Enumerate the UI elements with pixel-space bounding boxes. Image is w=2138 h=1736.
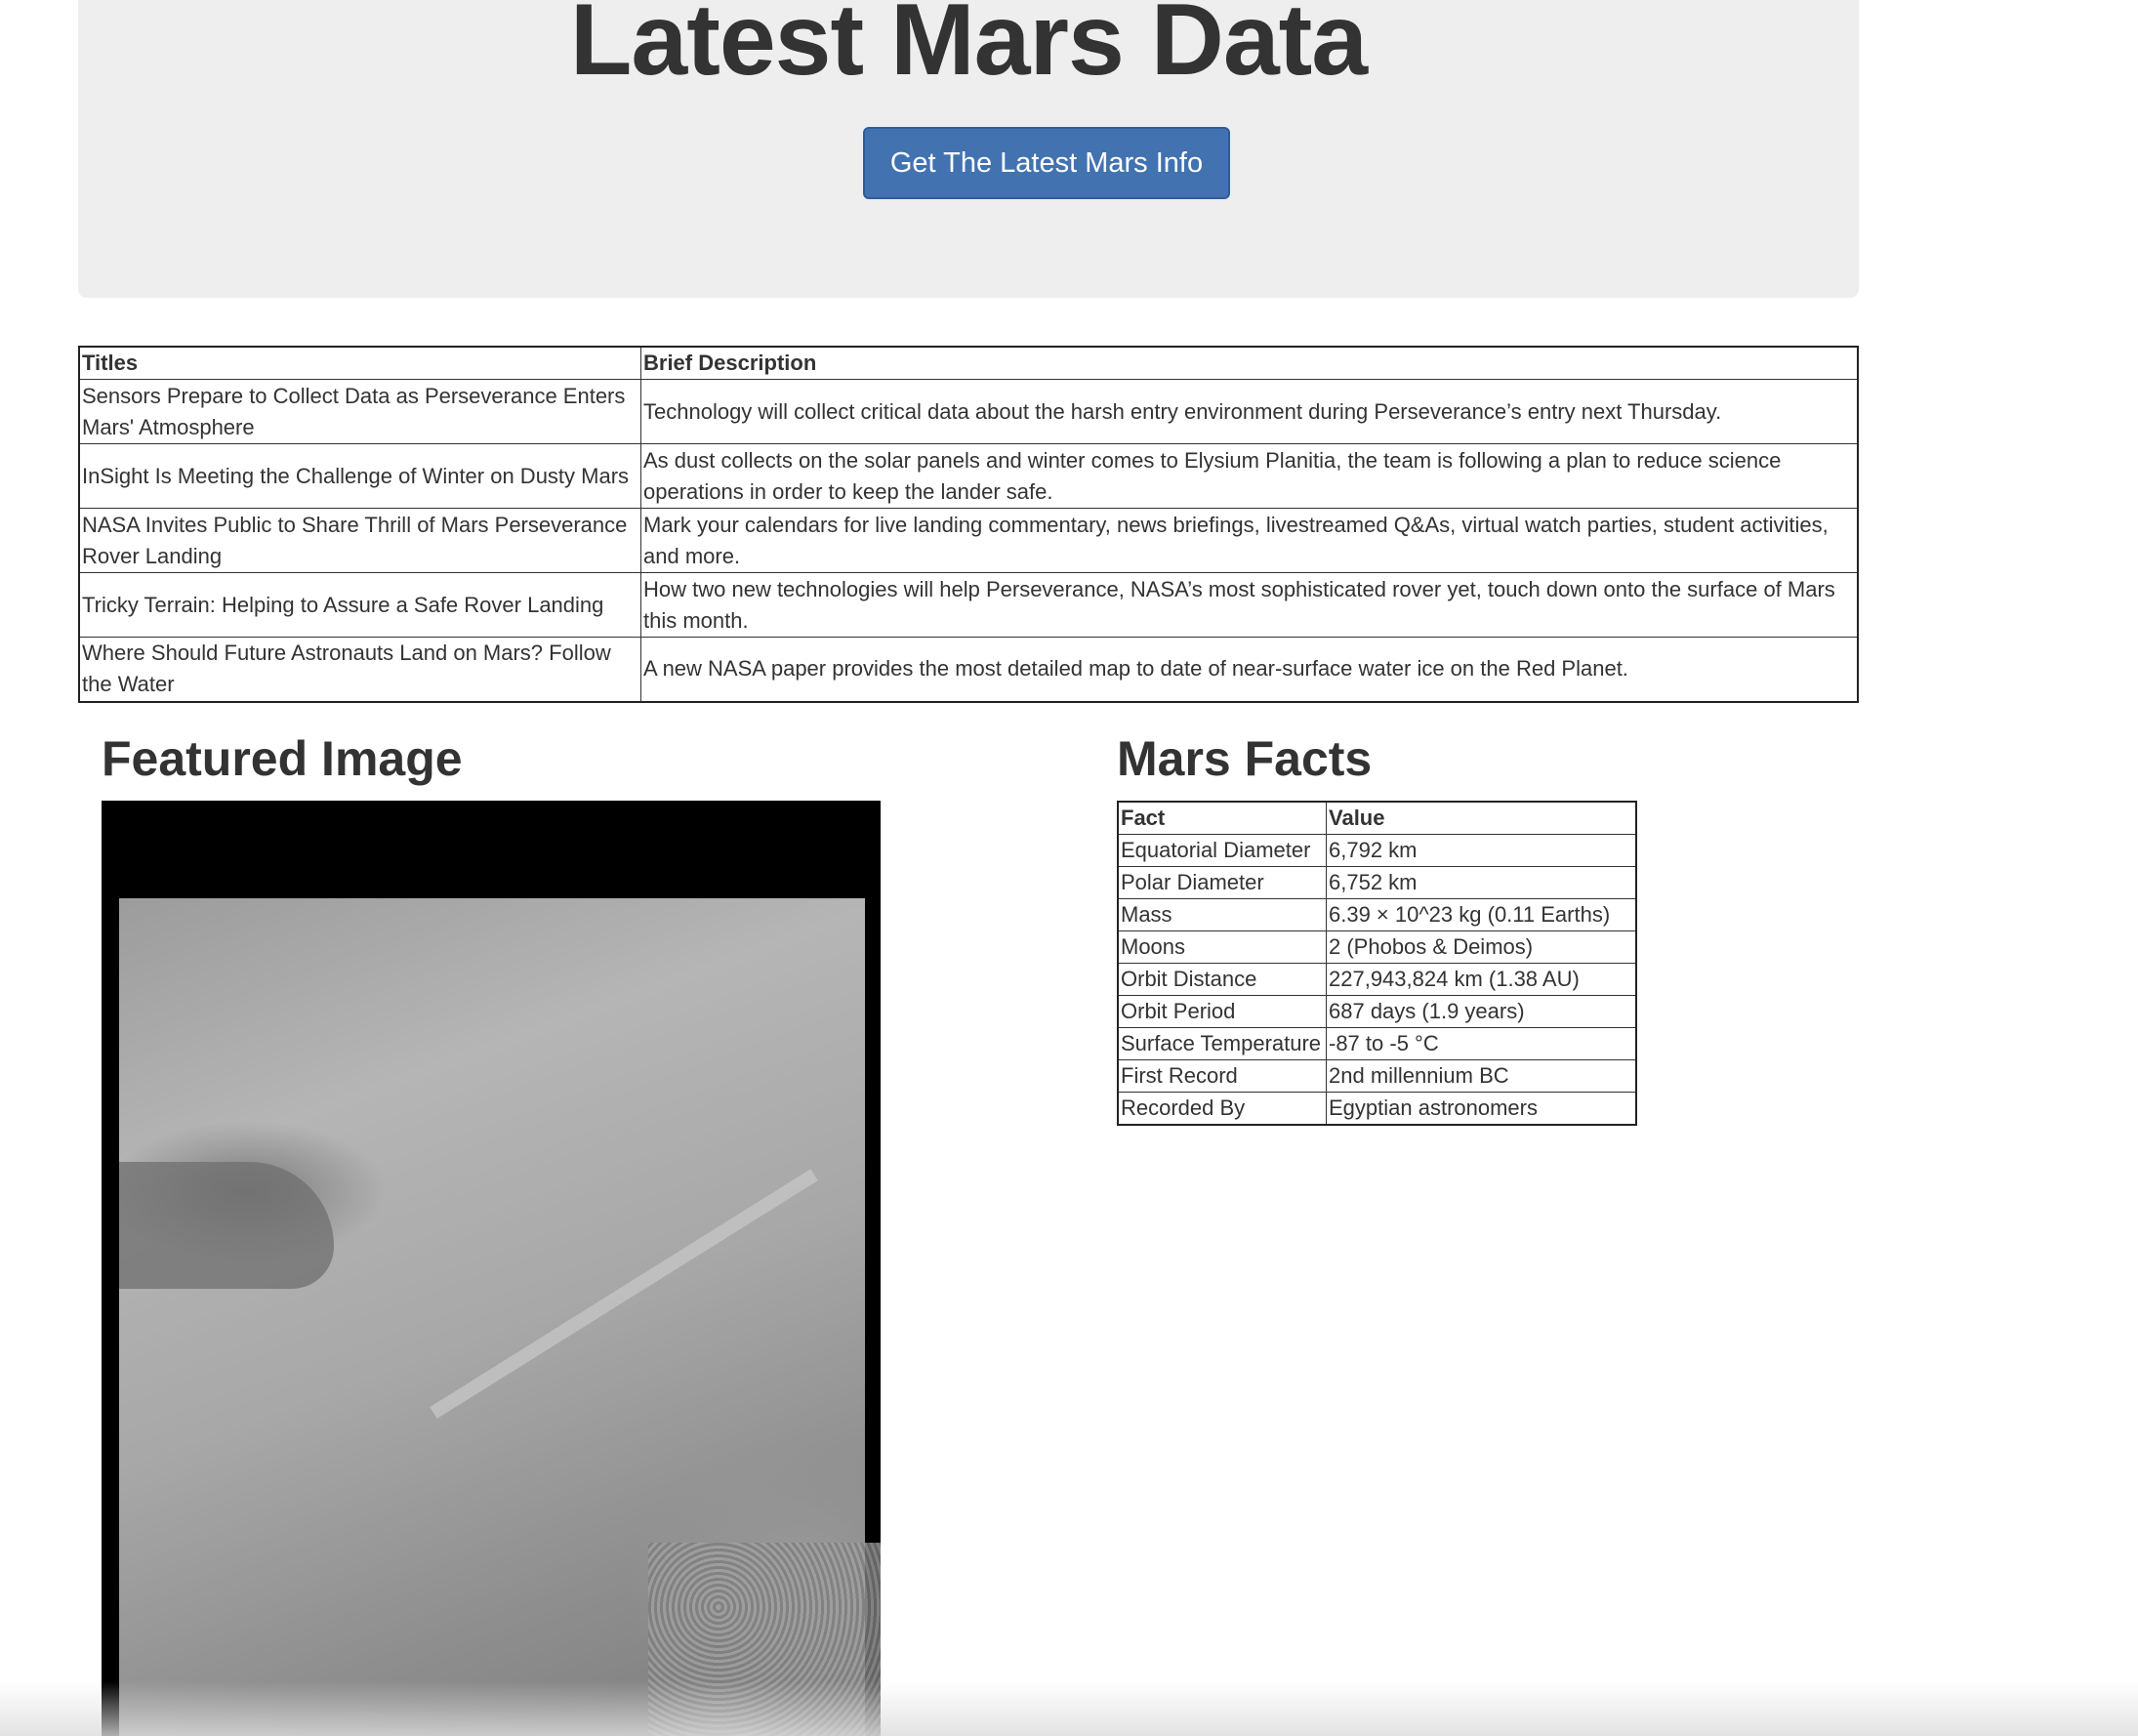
get-latest-mars-info-button[interactable]: Get The Latest Mars Info (863, 127, 1230, 199)
news-description-cell: Technology will collect critical data ab… (640, 379, 1859, 444)
fact-label: Moons (1117, 930, 1327, 964)
fact-value: 2 (Phobos & Deimos) (1326, 930, 1637, 964)
news-title-cell: Sensors Prepare to Collect Data as Perse… (78, 379, 641, 444)
table-row: InSight Is Meeting the Challenge of Wint… (78, 443, 1859, 509)
table-row: Moons 2 (Phobos & Deimos) (1117, 930, 1637, 964)
news-description-cell: A new NASA paper provides the most detai… (640, 637, 1859, 702)
table-row: Tricky Terrain: Helping to Assure a Safe… (78, 572, 1859, 638)
table-row: Sensors Prepare to Collect Data as Perse… (78, 379, 1859, 444)
mars-facts-table: Fact Value Equatorial Diameter 6,792 km … (1117, 801, 1637, 1126)
table-row: Where Should Future Astronauts Land on M… (78, 637, 1859, 702)
fact-value: -87 to -5 °C (1326, 1027, 1637, 1060)
news-title-cell: Where Should Future Astronauts Land on M… (78, 637, 641, 702)
fact-value: 2nd millennium BC (1326, 1059, 1637, 1093)
news-header-description: Brief Description (640, 346, 1859, 380)
featured-image (102, 801, 881, 1736)
fact-label: Polar Diameter (1117, 866, 1327, 899)
page-title: Latest Mars Data (569, 0, 1368, 97)
table-row: NASA Invites Public to Share Thrill of M… (78, 508, 1859, 573)
terrain-shadow (119, 1162, 334, 1289)
table-row: Polar Diameter 6,752 km (1117, 866, 1637, 899)
table-row: Mass 6.39 × 10^23 kg (0.11 Earths) (1117, 898, 1637, 931)
mars-facts-heading: Mars Facts (1117, 731, 1373, 786)
facts-header-value: Value (1326, 801, 1637, 835)
terrain-rough-area (648, 1543, 881, 1736)
fact-value: 6,792 km (1326, 834, 1637, 867)
fact-label: First Record (1117, 1059, 1327, 1093)
featured-image-heading: Featured Image (102, 731, 463, 786)
news-table: Titles Brief Description Sensors Prepare… (78, 346, 1859, 703)
news-title-cell: Tricky Terrain: Helping to Assure a Safe… (78, 572, 641, 638)
fact-label: Orbit Period (1117, 995, 1327, 1028)
fact-value: Egyptian astronomers (1326, 1092, 1637, 1126)
fact-value: 687 days (1.9 years) (1326, 995, 1637, 1028)
fact-label: Equatorial Diameter (1117, 834, 1327, 867)
jumbotron: Latest Mars Data Get The Latest Mars Inf… (78, 0, 1859, 298)
fact-label: Orbit Distance (1117, 963, 1327, 996)
news-description-cell: How two new technologies will help Perse… (640, 572, 1859, 638)
table-row: First Record 2nd millennium BC (1117, 1059, 1637, 1093)
fact-value: 6.39 × 10^23 kg (0.11 Earths) (1326, 898, 1637, 931)
table-row: Orbit Period 687 days (1.9 years) (1117, 995, 1637, 1028)
fact-label: Surface Temperature (1117, 1027, 1327, 1060)
news-header-titles: Titles (78, 346, 641, 380)
table-row: Recorded By Egyptian astronomers (1117, 1092, 1637, 1126)
news-title-cell: InSight Is Meeting the Challenge of Wint… (78, 443, 641, 509)
table-row: Equatorial Diameter 6,792 km (1117, 834, 1637, 867)
fact-label: Mass (1117, 898, 1327, 931)
fact-label: Recorded By (1117, 1092, 1327, 1126)
fact-value: 227,943,824 km (1.38 AU) (1326, 963, 1637, 996)
news-header-row: Titles Brief Description (78, 346, 1859, 380)
news-description-cell: As dust collects on the solar panels and… (640, 443, 1859, 509)
facts-header-fact: Fact (1117, 801, 1327, 835)
page: Latest Mars Data Get The Latest Mars Inf… (0, 0, 2138, 1736)
facts-header-row: Fact Value (1117, 801, 1637, 835)
news-title-cell: NASA Invites Public to Share Thrill of M… (78, 508, 641, 573)
table-row: Surface Temperature -87 to -5 °C (1117, 1027, 1637, 1060)
fact-value: 6,752 km (1326, 866, 1637, 899)
news-description-cell: Mark your calendars for live landing com… (640, 508, 1859, 573)
table-row: Orbit Distance 227,943,824 km (1.38 AU) (1117, 963, 1637, 996)
